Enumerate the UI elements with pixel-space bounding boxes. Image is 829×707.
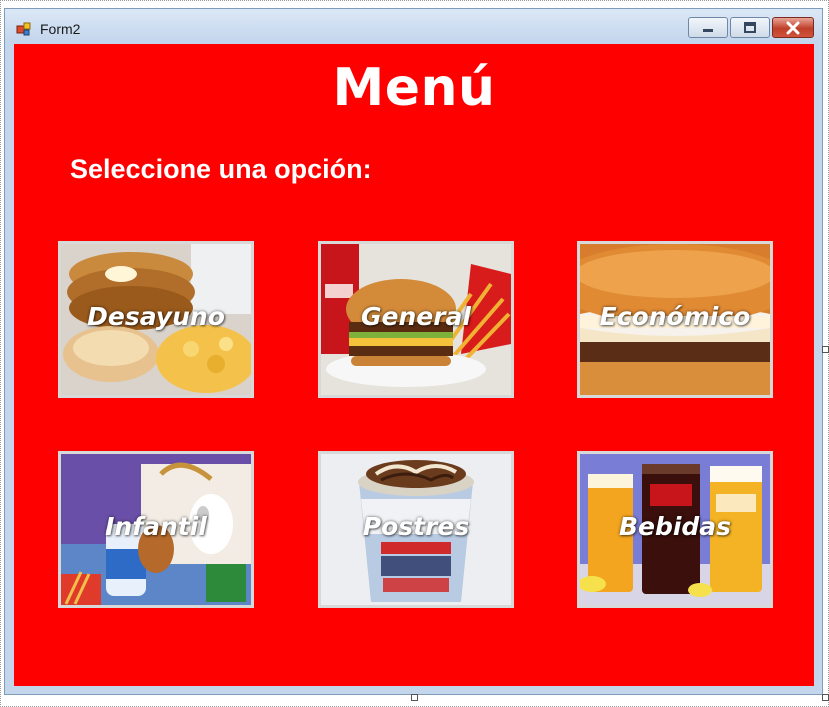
- maximize-icon: [744, 21, 756, 33]
- minimize-button[interactable]: [688, 17, 728, 38]
- minimize-icon: [703, 28, 713, 32]
- form-client-area: Menú Seleccione una opción: Desayuno Gen…: [14, 44, 814, 686]
- option-general-button[interactable]: General: [318, 241, 514, 398]
- option-economico-label: Económico: [599, 302, 751, 331]
- close-button[interactable]: [772, 17, 814, 38]
- option-general-label: General: [361, 302, 471, 331]
- designer-resize-handle-right[interactable]: [822, 346, 829, 353]
- option-desayuno-button[interactable]: Desayuno: [58, 241, 254, 398]
- designer-resize-handle-bottom[interactable]: [411, 694, 418, 701]
- option-bebidas-button[interactable]: Bebidas: [577, 451, 773, 608]
- option-postres-button[interactable]: Postres: [318, 451, 514, 608]
- subtitle-label: Seleccione una opción:: [70, 154, 372, 184]
- page-title: Menú: [332, 58, 496, 118]
- option-desayuno-label: Desayuno: [87, 302, 225, 331]
- option-bebidas-label: Bebidas: [618, 512, 732, 541]
- title-bar[interactable]: Form2: [5, 9, 822, 43]
- option-postres-label: Postres: [362, 512, 470, 541]
- maximize-button[interactable]: [730, 17, 770, 38]
- option-infantil-label: Infantil: [105, 512, 207, 541]
- close-icon: [786, 21, 800, 34]
- form-window: Form2 Menú Seleccione una opción: Desayu…: [4, 8, 823, 695]
- option-economico-button[interactable]: Económico: [577, 241, 773, 398]
- window-title: Form2: [40, 21, 81, 37]
- designer-resize-handle-corner[interactable]: [822, 694, 829, 701]
- winforms-form-icon: [16, 22, 31, 36]
- option-infantil-button[interactable]: Infantil: [58, 451, 254, 608]
